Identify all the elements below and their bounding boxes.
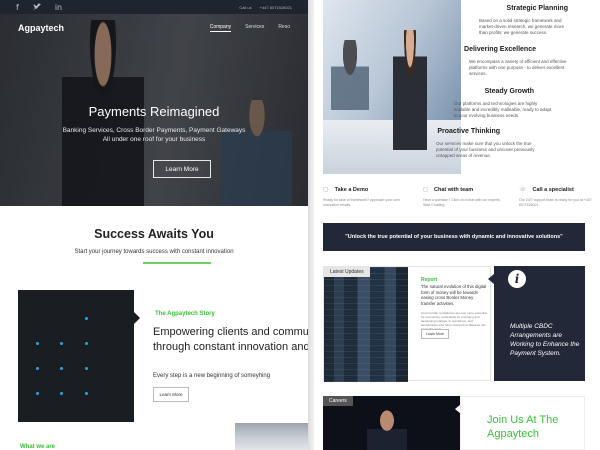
cbdc-news-card[interactable]: i Multiple CBDC Arrangements are Working… — [488, 266, 585, 381]
cta-title: Chat with team — [433, 187, 474, 193]
update-learn-more-button[interactable]: Learn More — [421, 329, 449, 339]
hero-subtitle-line2: All under one roof for your business — [102, 136, 206, 143]
cta-call-specialist[interactable]: ☏ Call a specialist Our 24/7 support team… — [519, 186, 599, 207]
phone-number[interactable]: +447 8071526021 — [260, 5, 292, 10]
latest-updates-tag: Latest Updates — [324, 267, 370, 277]
feature-text: We encompass a variety of efficient and … — [469, 59, 567, 76]
update-small-text: Cross border remittances are now more es… — [421, 311, 487, 331]
grid-dot — [85, 392, 88, 395]
latest-updates-card[interactable]: Latest Updates Report The natural evolut… — [323, 266, 491, 382]
careers-photo-person — [367, 408, 407, 450]
feature-title: Strategic Planning — [506, 5, 568, 12]
card-pointer — [408, 275, 414, 285]
grid-dot — [60, 367, 63, 370]
cta-desc: Our 24/7 support team is ready for you a… — [519, 198, 592, 207]
hero-subtitle-line1: Banking Services, Cross Border Payments,… — [62, 127, 246, 134]
feature-text: Based on a solid strategic framework and… — [479, 18, 565, 35]
hero-learn-more-button[interactable]: Learn More — [153, 160, 211, 178]
photo-person-seated — [331, 40, 369, 110]
photo-person-standing — [393, 30, 427, 150]
feature-strategic-planning: Strategic Planning Based on a solid stra… — [464, 5, 568, 36]
success-subtitle: Start your journey towards success with … — [74, 249, 234, 255]
story-title-line2: through constant innovation and — [153, 341, 308, 353]
cta-desc: Ready for take of framework? approach yo… — [323, 198, 400, 207]
story-title: Empowering clients and commun through co… — [153, 325, 308, 355]
quote-banner: "Unlock the true potential of your busin… — [323, 223, 585, 251]
top-bar: f in Call us +447 8071526021 — [0, 0, 308, 14]
update-text: The natural evolution of this digital fo… — [421, 284, 487, 306]
feature-title: Delivering Excellence — [464, 46, 536, 53]
facebook-icon[interactable]: f — [16, 3, 19, 12]
feature-delivering-excellence: Delivering Excellence We encompass a var… — [464, 46, 586, 77]
cta-title: Call a specialist — [532, 187, 574, 193]
linkedin-icon[interactable]: in — [55, 3, 62, 12]
story-label: The Agpaytech Story — [155, 311, 215, 317]
careers-card[interactable]: Careers — [323, 396, 460, 450]
cta-chat-team[interactable]: ◻ Chat with team Have a question? Click o… — [423, 186, 503, 207]
join-us-card[interactable]: Join Us At The Agpaytech — [460, 396, 585, 450]
call-label: Call us — [239, 4, 252, 10]
feature-text: Our services make sure that you unlock t… — [436, 141, 535, 158]
section-divider — [143, 262, 211, 264]
calendar-icon: ▢ — [323, 186, 329, 193]
brand-logo[interactable]: Agpaytech — [18, 23, 64, 33]
grid-dot — [36, 367, 39, 370]
feature-steady-growth: Steady Growth Our platforms and technolo… — [444, 88, 554, 119]
chat-icon: ◻ — [423, 186, 428, 193]
hero-section: Agpaytech Company Services Reso Payments… — [0, 14, 308, 206]
feature-title: Steady Growth — [484, 88, 534, 95]
feature-proactive-thinking: Proactive Thinking Our services make sur… — [436, 128, 536, 159]
story-title-line1: Empowering clients and commun — [153, 326, 308, 338]
cta-title: Take a Demo — [334, 187, 369, 193]
story-video-box[interactable] — [18, 290, 140, 422]
hero-subtitle: Banking Services, Cross Border Payments,… — [0, 126, 308, 144]
nav-item-services[interactable]: Services — [245, 24, 264, 32]
nav-item-resources[interactable]: Reso — [278, 24, 290, 32]
hero-title: Payments Reimagined — [88, 104, 220, 119]
success-title: Success Awaits You — [94, 227, 214, 241]
homepage-screen-left: f in Call us +447 8071526021 Agpaytech C… — [0, 0, 308, 450]
grid-dot — [60, 342, 63, 345]
card-pointer — [488, 274, 494, 284]
cta-row: ▢ Take a Demo Ready for take of framework… — [323, 186, 594, 208]
skyscraper-photo-windows — [324, 267, 408, 382]
grid-dot — [85, 317, 88, 320]
grid-dot — [60, 392, 63, 395]
office-photo — [235, 423, 308, 450]
what-we-are-label: What we are — [20, 444, 56, 450]
grid-dot — [85, 342, 88, 345]
cta-take-demo[interactable]: ▢ Take a Demo Ready for take of framework… — [323, 186, 403, 207]
info-icon: i — [508, 270, 526, 288]
grid-dot — [36, 392, 39, 395]
news-text: Multiple CBDC Arrangements are Working t… — [510, 323, 580, 357]
update-label: Report — [421, 277, 438, 283]
grid-dot — [36, 342, 39, 345]
story-tagline: Every step is a new beginning of someyhi… — [153, 373, 271, 379]
twitter-icon[interactable] — [32, 3, 41, 12]
nav-menu: Company Services Reso — [209, 24, 290, 32]
feature-title: Proactive Thinking — [437, 128, 500, 135]
feature-text: Our platforms and technologies are highl… — [454, 101, 552, 118]
careers-tag: Careers — [323, 396, 353, 406]
nav-item-company[interactable]: Company — [209, 24, 232, 32]
grid-dot — [85, 367, 88, 370]
contact-info: Call us +447 8071526021 — [239, 5, 292, 10]
main-nav: Agpaytech Company Services Reso — [0, 20, 308, 36]
phone-icon: ☏ — [519, 186, 527, 193]
join-us-title: Join Us At The Agpaytech — [487, 414, 559, 440]
story-box-pointer — [134, 312, 140, 324]
cta-desc: Have a question? Click on a chat with ou… — [423, 198, 501, 207]
story-learn-more-button[interactable]: Learn More — [153, 387, 189, 402]
homepage-screen-right: Strategic Planning Based on a solid stra… — [314, 0, 600, 450]
